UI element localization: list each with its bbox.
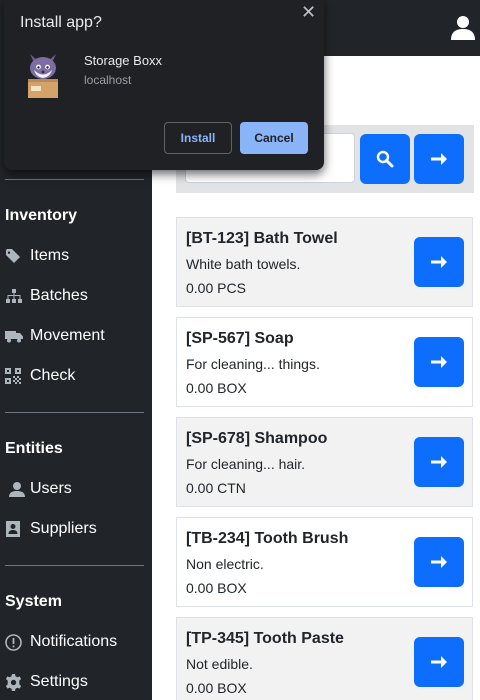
- arrow-right-icon: [431, 456, 447, 468]
- sidebar-item-items[interactable]: Items: [5, 242, 69, 270]
- install-app-dialog: Install app? ✕ Storage Boxx localhost In…: [4, 0, 324, 170]
- sidebar-item-label: Movement: [30, 327, 105, 344]
- item-card: [TP-345] Tooth Paste Not edible. 0.00 BO…: [176, 617, 473, 700]
- sidebar-item-label: Users: [30, 480, 72, 497]
- truck-icon: [5, 328, 25, 344]
- item-card: [BT-123] Bath Towel White bath towels. 0…: [176, 217, 473, 307]
- open-item-button[interactable]: [414, 237, 464, 287]
- search-icon: [376, 150, 394, 168]
- sidebar-item-label: Batches: [30, 287, 88, 304]
- item-quantity: 0.00 PCS: [186, 280, 246, 296]
- item-description: For cleaning... things.: [186, 356, 320, 372]
- qrcode-icon: [5, 368, 25, 384]
- sidebar-section-entities: Entities: [5, 440, 63, 457]
- arrow-right-icon: [431, 656, 447, 668]
- sidebar-divider: [5, 565, 144, 566]
- item-title: [SP-678] Shampoo: [186, 430, 328, 447]
- item-title: [TP-345] Tooth Paste: [186, 630, 344, 647]
- exclamation-circle-icon: [5, 633, 25, 651]
- open-item-button[interactable]: [414, 337, 464, 387]
- user-account-icon[interactable]: [450, 14, 476, 40]
- sidebar-divider: [5, 179, 144, 180]
- item-card: [SP-678] Shampoo For cleaning... hair. 0…: [176, 417, 473, 507]
- sidebar-item-check[interactable]: Check: [5, 362, 75, 390]
- gear-icon: [5, 673, 25, 691]
- item-quantity: 0.00 CTN: [186, 480, 246, 496]
- sidebar-item-users[interactable]: Users: [5, 475, 72, 503]
- sidebar-item-label: Notifications: [30, 633, 118, 650]
- sidebar-item-suppliers[interactable]: Suppliers: [5, 515, 97, 543]
- contact-card-icon: [5, 521, 25, 537]
- app-name: Storage Boxx: [84, 53, 163, 68]
- sidebar-section-inventory: Inventory: [5, 207, 78, 224]
- sidebar-item-batches[interactable]: Batches: [5, 282, 88, 310]
- sidebar-divider: [5, 412, 144, 413]
- item-description: Non electric.: [186, 556, 264, 572]
- sidebar-item-settings[interactable]: Settings: [5, 668, 88, 696]
- item-card: [TB-234] Tooth Brush Non electric. 0.00 …: [176, 517, 473, 607]
- install-button[interactable]: Install: [164, 122, 232, 154]
- sidebar-item-label: Settings: [30, 673, 88, 690]
- item-title: [BT-123] Bath Towel: [186, 230, 338, 247]
- app-logo-icon: [28, 54, 58, 98]
- open-item-button[interactable]: [414, 537, 464, 587]
- sitemap-icon: [5, 288, 25, 304]
- item-title: [TB-234] Tooth Brush: [186, 530, 349, 547]
- item-description: White bath towels.: [186, 256, 301, 272]
- item-quantity: 0.00 BOX: [186, 580, 247, 596]
- sidebar-item-label: Check: [30, 367, 76, 384]
- item-card: [SP-567] Soap For cleaning... things. 0.…: [176, 317, 473, 407]
- item-description: Not edible.: [186, 656, 253, 672]
- sidebar-item-label: Items: [30, 247, 70, 264]
- go-button[interactable]: [414, 134, 464, 184]
- arrow-right-icon: [431, 556, 447, 568]
- arrow-right-icon: [431, 153, 447, 165]
- app-host: localhost: [84, 73, 132, 87]
- item-quantity: 0.00 BOX: [186, 380, 247, 396]
- sidebar-item-label: Suppliers: [30, 520, 97, 537]
- tag-icon: [5, 248, 25, 264]
- sidebar-section-system: System: [5, 593, 62, 610]
- dialog-title: Install app?: [20, 14, 102, 31]
- item-description: For cleaning... hair.: [186, 456, 306, 472]
- open-item-button[interactable]: [414, 437, 464, 487]
- user-icon: [8, 481, 28, 497]
- search-button[interactable]: [360, 134, 410, 184]
- arrow-right-icon: [431, 256, 447, 268]
- close-icon[interactable]: ✕: [301, 2, 316, 23]
- sidebar-item-notifications[interactable]: Notifications: [5, 628, 117, 656]
- sidebar-item-movement[interactable]: Movement: [5, 322, 105, 350]
- item-title: [SP-567] Soap: [186, 330, 294, 347]
- cancel-button[interactable]: Cancel: [240, 122, 308, 154]
- arrow-right-icon: [431, 356, 447, 368]
- open-item-button[interactable]: [414, 637, 464, 687]
- item-quantity: 0.00 BOX: [186, 680, 247, 696]
